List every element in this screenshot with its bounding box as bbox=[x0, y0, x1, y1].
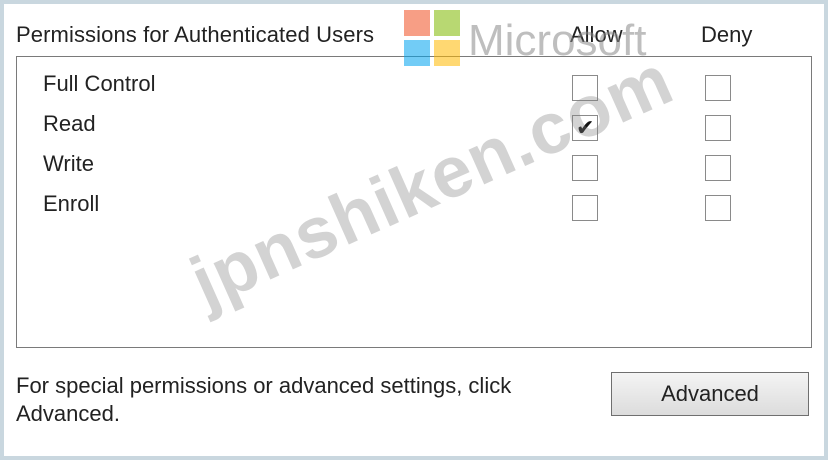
allow-column-header: Allow bbox=[570, 22, 623, 47]
logo-square-red bbox=[404, 10, 430, 36]
deny-checkbox-full-control[interactable] bbox=[705, 75, 731, 101]
deny-checkbox-write[interactable] bbox=[705, 155, 731, 181]
logo-square-green bbox=[434, 10, 460, 36]
allow-checkbox-full-control[interactable] bbox=[572, 75, 598, 101]
permission-row-enroll: Enroll bbox=[17, 185, 813, 225]
deny-checkbox-enroll[interactable] bbox=[705, 195, 731, 221]
allow-checkbox-write[interactable] bbox=[572, 155, 598, 181]
allow-checkbox-read[interactable]: ✔ bbox=[572, 115, 598, 141]
allow-checkbox-enroll[interactable] bbox=[572, 195, 598, 221]
advanced-button[interactable]: Advanced bbox=[611, 372, 809, 416]
advanced-settings-hint: For special permissions or advanced sett… bbox=[16, 372, 576, 428]
permissions-header-label: Permissions for Authenticated Users bbox=[16, 22, 375, 47]
permission-label: Enroll bbox=[43, 191, 100, 216]
permissions-list: Full Control Read ✔ Write Enroll bbox=[16, 56, 812, 348]
permission-label: Full Control bbox=[43, 71, 156, 96]
security-permissions-panel: Permissions for Authenticated Users Allo… bbox=[0, 0, 828, 460]
permission-row-full-control: Full Control bbox=[17, 65, 813, 105]
hint-line-1: For special permissions or advanced sett… bbox=[16, 373, 512, 398]
deny-column-header: Deny bbox=[701, 22, 753, 47]
permission-label: Read bbox=[43, 111, 96, 136]
permission-row-write: Write bbox=[17, 145, 813, 185]
permission-row-read: Read ✔ bbox=[17, 105, 813, 145]
checkmark-icon: ✔ bbox=[576, 115, 595, 140]
deny-checkbox-read[interactable] bbox=[705, 115, 731, 141]
permission-label: Write bbox=[43, 151, 94, 176]
hint-line-2: Advanced. bbox=[16, 401, 120, 426]
